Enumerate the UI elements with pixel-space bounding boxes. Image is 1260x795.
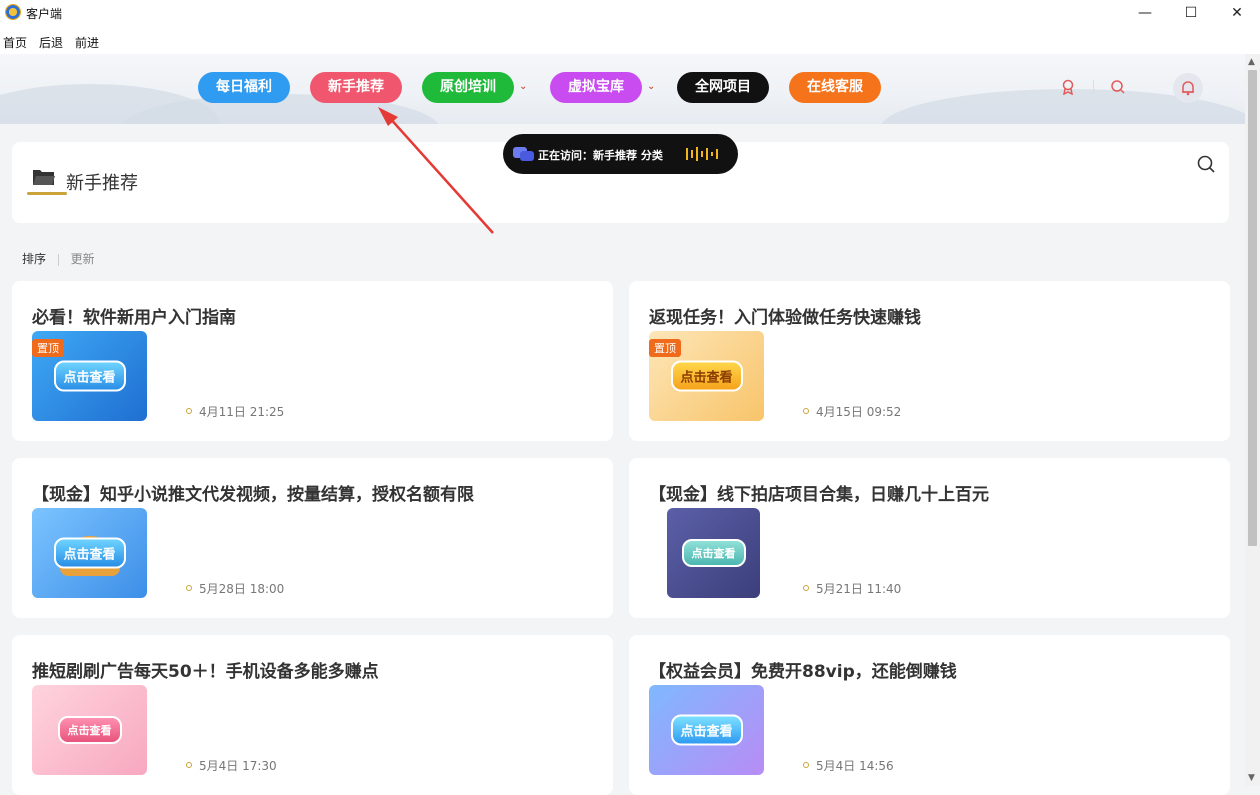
sort-divider (57, 253, 59, 266)
search-icon[interactable] (1110, 79, 1126, 95)
date-dot-icon (803, 408, 809, 414)
card-title[interactable]: 必看！软件新用户入门指南 (32, 303, 236, 328)
card-5[interactable]: 推短剧刷广告每天50＋！手机设备多能多赚点 点击查看 5月4日 17:30 (12, 635, 613, 795)
card-title[interactable]: 推短剧刷广告每天50＋！手机设备多能多赚点 (32, 657, 379, 682)
card-title[interactable]: 【权益会员】免费开88vip，还能倒赚钱 (649, 657, 957, 682)
category-title: 新手推荐 (66, 173, 138, 194)
thumbnail-label: 点击查看 (670, 360, 743, 392)
menu-back[interactable]: 后退 (39, 34, 63, 51)
category-underline (27, 192, 67, 195)
card-3[interactable]: 【现金】知乎小说推文代发视频，按量结算，授权名额有限 点击查看 5月28日 18… (12, 458, 613, 618)
nav-all-projects[interactable]: 全网项目 (677, 72, 769, 103)
nav-daily-welfare[interactable]: 每日福利 (198, 72, 290, 103)
visiting-text: 正在访问：新手推荐 分类 (538, 149, 663, 162)
chevron-down-icon[interactable]: ⌄ (647, 81, 655, 92)
scroll-up-arrow-icon[interactable]: ▲ (1248, 57, 1255, 67)
visiting-indicator: 正在访问：新手推荐 分类 (503, 134, 738, 174)
minimize-button[interactable]: — (1122, 0, 1168, 27)
card-date: 4月11日 21:25 (199, 405, 285, 419)
folder-icon (33, 170, 55, 185)
scroll-down-arrow-icon[interactable]: ▼ (1248, 773, 1255, 783)
card-date: 5月4日 17:30 (199, 759, 277, 773)
header-divider (1093, 80, 1094, 95)
card-1[interactable]: 必看！软件新用户入门指南 置顶 点击查看 4月11日 21:25 (12, 281, 613, 441)
sound-wave-icon (686, 147, 718, 161)
maximize-button[interactable]: ☐ (1168, 0, 1214, 27)
pinned-badge: 置顶 (32, 339, 64, 357)
card-thumbnail[interactable]: 点击查看 (32, 685, 147, 775)
window-title: 客户端 (26, 7, 63, 21)
header-banner: 每日福利 新手推荐 原创培训 ⌄ 虚拟宝库 ⌄ 全网项目 在线客服 (0, 54, 1245, 124)
scroll-thumb[interactable] (1248, 70, 1257, 546)
bell-button[interactable] (1173, 73, 1203, 103)
card-date: 5月4日 14:56 (816, 759, 894, 773)
card-title[interactable]: 返现任务！入门体验做任务快速赚钱 (649, 303, 921, 328)
app-logo-icon (5, 4, 21, 20)
card-date: 4月15日 09:52 (816, 405, 902, 419)
card-thumbnail[interactable]: 点击查看 (649, 685, 764, 775)
sort-bar: 排序 更新 (22, 250, 95, 267)
date-dot-icon (803, 762, 809, 768)
nav-beginner-recommend[interactable]: 新手推荐 (310, 72, 402, 103)
card-title[interactable]: 【现金】知乎小说推文代发视频，按量结算，授权名额有限 (32, 480, 474, 505)
date-dot-icon (186, 762, 192, 768)
sort-label: 排序 (22, 252, 47, 266)
nav-online-service[interactable]: 在线客服 (789, 72, 881, 103)
card-date: 5月28日 18:00 (199, 582, 285, 596)
thumbnail-label: 点击查看 (57, 716, 122, 744)
card-thumbnail[interactable]: 点击查看 (667, 508, 760, 598)
card-4[interactable]: 【现金】线下拍店项目合集，日赚几十上百元 点击查看 5月21日 11:40 (629, 458, 1230, 618)
thumbnail-label: 点击查看 (53, 360, 126, 392)
search-icon[interactable] (1197, 155, 1215, 173)
menu-bar: 首页 后退 前进 (0, 27, 1260, 54)
bell-icon (1182, 81, 1194, 96)
close-button[interactable]: ✕ (1214, 0, 1260, 27)
thumbnail-label: 点击查看 (681, 539, 746, 567)
nav-original-training[interactable]: 原创培训 (422, 72, 514, 103)
thumbnail-label: 点击查看 (670, 714, 743, 746)
date-dot-icon (803, 585, 809, 591)
menu-home[interactable]: 首页 (3, 34, 27, 51)
chevron-down-icon[interactable]: ⌄ (519, 81, 527, 92)
menu-forward[interactable]: 前进 (75, 34, 99, 51)
award-icon[interactable] (1060, 79, 1076, 96)
thumbnail-label: 点击查看 (53, 537, 126, 569)
title-bar: 客户端 — ☐ ✕ (0, 0, 1260, 27)
card-title[interactable]: 【现金】线下拍店项目合集，日赚几十上百元 (649, 480, 989, 505)
date-dot-icon (186, 408, 192, 414)
vertical-scrollbar[interactable]: ▲ ▼ (1245, 54, 1260, 786)
pinned-badge: 置顶 (649, 339, 681, 357)
nav-virtual-treasury[interactable]: 虚拟宝库 (550, 72, 642, 103)
sort-option-update[interactable]: 更新 (71, 252, 95, 266)
card-6[interactable]: 【权益会员】免费开88vip，还能倒赚钱 点击查看 5月4日 14:56 (629, 635, 1230, 795)
card-2[interactable]: 返现任务！入门体验做任务快速赚钱 置顶 点击查看 4月15日 09:52 (629, 281, 1230, 441)
card-thumbnail[interactable]: 点击查看 (32, 508, 147, 598)
date-dot-icon (186, 585, 192, 591)
chat-bubble-icon (513, 147, 534, 161)
card-date: 5月21日 11:40 (816, 582, 902, 596)
